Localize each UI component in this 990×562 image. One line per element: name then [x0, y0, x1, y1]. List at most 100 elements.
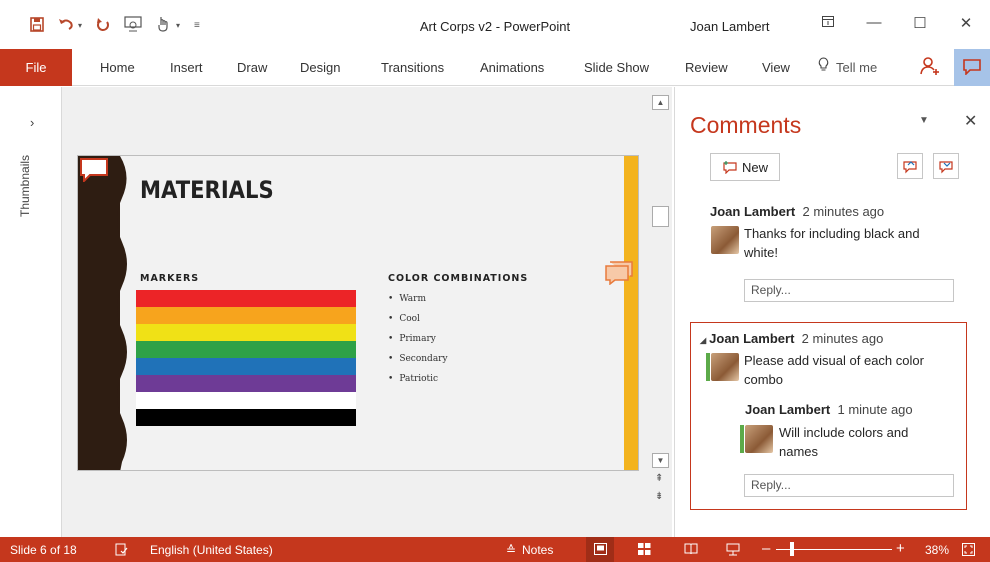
language-status[interactable]: English (United States) [150, 543, 273, 557]
customize-qat-icon[interactable]: ≡ [194, 18, 200, 34]
tab-insert[interactable]: Insert [170, 60, 203, 75]
tab-design[interactable]: Design [300, 60, 340, 75]
next-comment-button[interactable] [933, 153, 959, 179]
slide-comment-marker-icon[interactable] [605, 261, 633, 285]
normal-view-icon[interactable] [594, 543, 607, 558]
tab-file[interactable]: File [0, 49, 72, 86]
slide-editing-area: MATERIALS MARKERS COLOR COMBINATIONS War… [62, 87, 672, 537]
reply-text-line[interactable]: names [779, 442, 818, 461]
share-icon[interactable] [920, 56, 940, 81]
previous-comment-button[interactable] [897, 153, 923, 179]
markers-heading: MARKERS [140, 273, 200, 284]
stripe-green [136, 341, 356, 358]
tab-slide-show[interactable]: Slide Show [584, 60, 649, 75]
tell-me-box[interactable]: Tell me [836, 60, 877, 75]
stripe-purple [136, 375, 356, 392]
next-slide-icon[interactable]: ⇟ [655, 491, 663, 502]
avatar [711, 353, 739, 381]
account-name[interactable]: Joan Lambert [690, 19, 770, 34]
stripe-orange [136, 307, 356, 324]
combo-item: Warm [388, 294, 448, 314]
tab-transitions[interactable]: Transitions [381, 60, 444, 75]
undo-dropdown-icon[interactable]: ▾ [78, 18, 82, 34]
thumbnails-pane: › Thumbnails [0, 87, 62, 537]
zoom-out-button[interactable]: – [762, 540, 770, 557]
combo-item: Primary [388, 334, 448, 354]
comment-text-line[interactable]: white! [744, 243, 778, 262]
notes-icon[interactable]: ≙ [506, 543, 516, 557]
comment-text-line[interactable]: combo [744, 370, 783, 389]
stripe-yellow [136, 324, 356, 341]
new-comment-label: New [741, 159, 768, 175]
ribbon-tabs: File Home Insert Draw Design Transitions… [0, 49, 990, 86]
reply-input[interactable]: Reply... [744, 279, 954, 302]
next-comment-icon [939, 160, 953, 173]
comment-time: 2 minutes ago [801, 331, 884, 346]
reply-text-line[interactable]: Will include colors and [779, 423, 908, 442]
scroll-down-icon[interactable]: ▼ [652, 453, 669, 468]
fit-to-window-icon[interactable] [962, 543, 975, 559]
notes-button[interactable]: Notes [522, 543, 553, 557]
comments-pane: Comments ▼ ✕ New Joan Lambert 2 minutes … [674, 87, 990, 537]
comment-text-line[interactable]: Thanks for including black and [744, 224, 920, 243]
zoom-level[interactable]: 38% [925, 543, 949, 557]
tab-view[interactable]: View [762, 60, 790, 75]
presence-bar [706, 353, 710, 381]
comments-toggle-button[interactable] [954, 49, 990, 86]
touch-mode-icon[interactable] [156, 16, 170, 36]
combo-item: Cool [388, 314, 448, 334]
slide-sorter-icon[interactable] [638, 543, 651, 558]
previous-slide-icon[interactable]: ⇞ [655, 473, 663, 484]
window-controls: — ☐ ✕ [805, 14, 989, 32]
zoom-slider-thumb[interactable] [790, 542, 794, 556]
window-title: Art Corps v2 - PowerPoint [419, 19, 571, 34]
comment-time: 2 minutes ago [802, 204, 885, 219]
redo-icon[interactable] [96, 17, 110, 36]
tab-draw[interactable]: Draw [237, 60, 267, 75]
tab-animations[interactable]: Animations [480, 60, 544, 75]
save-icon[interactable] [30, 16, 44, 36]
combo-item: Secondary [388, 354, 447, 374]
reply-input[interactable]: Reply... [744, 474, 954, 497]
pane-options-icon[interactable]: ▼ [919, 115, 929, 126]
thumbnails-label[interactable]: Thumbnails [18, 155, 32, 217]
slide-accent-bar [624, 156, 638, 470]
zoom-in-button[interactable]: + [896, 540, 905, 557]
collapse-thread-icon[interactable]: ◢ [700, 336, 706, 345]
expand-thumbnails-icon[interactable]: › [30, 115, 34, 130]
slide-show-icon[interactable] [726, 543, 740, 559]
reading-view-icon[interactable] [684, 543, 698, 558]
slide-canvas[interactable]: MATERIALS MARKERS COLOR COMBINATIONS War… [77, 155, 639, 471]
slide-comment-marker-icon[interactable] [80, 158, 108, 182]
status-bar: Slide 6 of 18 English (United States) ≙ … [0, 537, 990, 562]
combos-heading: COLOR COMBINATIONS [388, 273, 529, 284]
slide-scrollbar[interactable]: ▲ ▼ ⇞ ⇟ [652, 95, 669, 515]
minimize-icon[interactable]: — [851, 14, 897, 32]
ribbon-display-icon[interactable] [805, 14, 851, 32]
slide-title[interactable]: MATERIALS [140, 176, 274, 204]
touch-dropdown-icon[interactable]: ▾ [176, 18, 180, 34]
lightbulb-icon[interactable] [818, 57, 829, 76]
reply-author: Joan Lambert 1 minute ago [745, 402, 913, 417]
undo-icon[interactable] [58, 17, 74, 35]
slide-counter[interactable]: Slide 6 of 18 [10, 543, 77, 557]
tab-review[interactable]: Review [685, 60, 728, 75]
comment-author: ◢ Joan Lambert 2 minutes ago [700, 331, 883, 346]
tab-home[interactable]: Home [100, 60, 135, 75]
scroll-up-icon[interactable]: ▲ [652, 95, 669, 110]
spelling-check-icon[interactable] [115, 543, 128, 559]
slide-wave-border [108, 156, 127, 470]
maximize-icon[interactable]: ☐ [897, 14, 943, 32]
marker-stripes[interactable] [136, 290, 356, 426]
scroll-thumb[interactable] [652, 206, 669, 227]
combos-list[interactable]: Warm Cool Primary Secondary Patriotic [388, 294, 448, 394]
comment-author-name: Joan Lambert [709, 331, 795, 346]
comments-pane-title: Comments [690, 112, 802, 138]
reply-time: 1 minute ago [837, 402, 913, 417]
close-icon[interactable]: ✕ [943, 14, 989, 32]
avatar [745, 425, 773, 453]
pane-close-icon[interactable]: ✕ [964, 111, 977, 131]
presenter-icon[interactable] [124, 16, 142, 36]
new-comment-button[interactable]: New [710, 153, 780, 181]
comment-text-line[interactable]: Please add visual of each color [744, 351, 924, 370]
